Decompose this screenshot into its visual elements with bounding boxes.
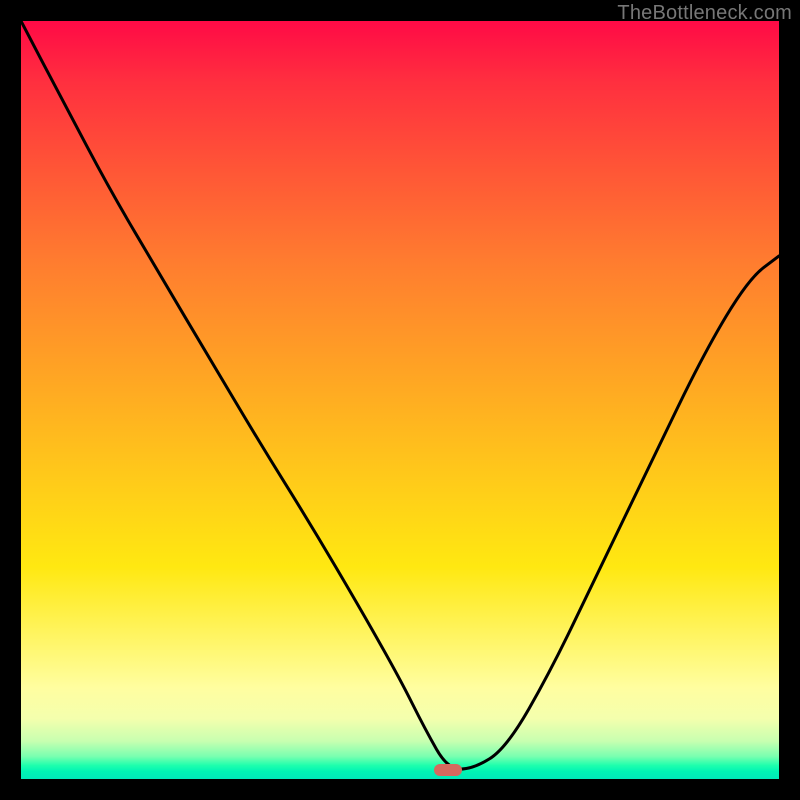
plot-area xyxy=(21,21,779,779)
chart-frame: TheBottleneck.com xyxy=(0,0,800,800)
bottleneck-curve xyxy=(21,21,779,779)
watermark-text: TheBottleneck.com xyxy=(617,2,792,25)
curve-path xyxy=(21,21,779,769)
optimum-marker xyxy=(434,764,462,776)
